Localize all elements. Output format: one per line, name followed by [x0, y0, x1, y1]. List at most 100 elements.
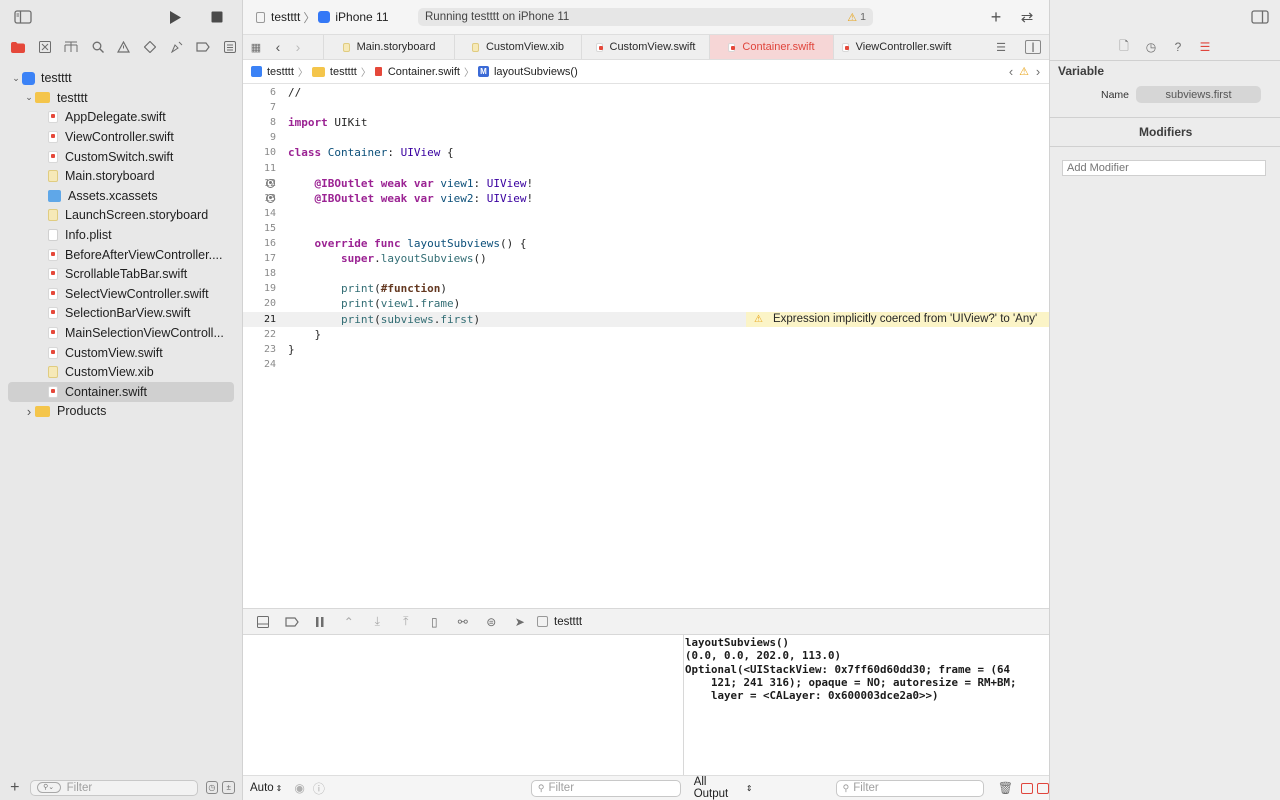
tree-item[interactable]: CustomView.xib: [8, 363, 234, 383]
tree-item[interactable]: BeforeAfterViewController....: [8, 245, 234, 265]
navigator-filter-field[interactable]: ⚲⌄ Filter: [29, 779, 198, 796]
code-line[interactable]: 21 print(subviews.first) ⚠ Expression impl…: [243, 311, 1049, 327]
source-editor[interactable]: 6 // 7 8 import UIKit 9 10 class Container: UIV…: [243, 85, 1049, 608]
code-line[interactable]: 12 @IBOutlet weak var view1: UIView!: [243, 176, 1049, 191]
folder-navigator-icon[interactable]: [5, 36, 31, 58]
breakpoint-tag-icon[interactable]: [190, 36, 216, 58]
outlet-connection-icon[interactable]: [266, 178, 275, 188]
show-variables-icon[interactable]: [1021, 782, 1034, 794]
related-items-icon[interactable]: ▦: [249, 40, 263, 54]
hide-debug-area-icon[interactable]: [249, 612, 278, 632]
line-number[interactable]: 24: [243, 359, 277, 370]
add-modifier-field[interactable]: [1062, 160, 1266, 176]
quick-look-icon[interactable]: ◉: [294, 781, 304, 795]
tree-item[interactable]: Info.plist: [8, 225, 234, 245]
back-arrow-icon[interactable]: ‹: [271, 39, 285, 55]
tree-item[interactable]: Container.swift: [8, 382, 234, 402]
sidebar-toggle-icon[interactable]: [14, 10, 32, 24]
view-hierarchy-icon[interactable]: ▯: [420, 612, 449, 632]
chevron-right-icon[interactable]: ›: [23, 404, 35, 419]
breadcrumb-symbol[interactable]: MlayoutSubviews(): [477, 66, 578, 78]
tree-item[interactable]: Assets.xcassets: [8, 186, 234, 206]
line-number[interactable]: 11: [243, 163, 277, 174]
tree-item[interactable]: CustomSwitch.swift: [8, 147, 234, 167]
chevron-down-icon[interactable]: ⌄: [10, 73, 22, 84]
variables-view[interactable]: [243, 635, 684, 775]
code-line[interactable]: 14: [243, 206, 1049, 221]
inspector-toggle-icon[interactable]: [1251, 10, 1269, 24]
line-number[interactable]: 20: [243, 298, 277, 309]
line-number[interactable]: 22: [243, 329, 277, 340]
console-output[interactable]: layoutSubviews() (0.0, 0.0, 202.0, 113.0…: [684, 635, 1048, 775]
environment-overrides-icon[interactable]: ⊜: [477, 612, 506, 632]
run-icon[interactable]: [167, 9, 183, 25]
previous-issue-icon[interactable]: ‹: [1005, 64, 1017, 79]
variables-filter-field[interactable]: ⚲ Filter: [530, 779, 681, 797]
line-number[interactable]: 9: [243, 132, 277, 143]
pause-icon[interactable]: [306, 612, 335, 632]
line-number[interactable]: 14: [243, 208, 277, 219]
history-inspector-icon[interactable]: ◷: [1143, 39, 1160, 56]
line-number[interactable]: 6: [243, 87, 277, 98]
code-line[interactable]: 16 override func layoutSubviews() {: [243, 236, 1049, 251]
search-icon[interactable]: [84, 36, 110, 58]
file-inspector-icon[interactable]: 🗋: [1116, 39, 1133, 56]
filter-modified-icon[interactable]: ±: [222, 781, 235, 794]
stop-icon[interactable]: [210, 10, 224, 24]
line-number[interactable]: 23: [243, 344, 277, 355]
simulate-location-icon[interactable]: ➤: [506, 612, 535, 632]
tree-item[interactable]: ViewController.swift: [8, 127, 234, 147]
editor-tab[interactable]: CustomView.xib: [454, 35, 581, 59]
filter-options-icon[interactable]: ⚲⌄: [36, 782, 61, 793]
code-line[interactable]: 8 import UIKit: [243, 115, 1049, 130]
recent-files-icon[interactable]: ◷: [205, 781, 219, 794]
breadcrumb-project[interactable]: testttt: [251, 66, 294, 78]
tree-item[interactable]: ScrollableTabBar.swift: [8, 265, 234, 285]
memory-graph-icon[interactable]: ⚯: [449, 612, 478, 632]
code-line[interactable]: 11: [243, 161, 1049, 176]
breakpoints-toggle-icon[interactable]: [278, 612, 307, 632]
attributes-inspector-icon[interactable]: ☰: [1197, 39, 1214, 56]
code-line[interactable]: 6 //: [243, 85, 1049, 100]
editor-options-icon[interactable]: ☰: [993, 40, 1009, 54]
variables-scope-select[interactable]: Auto ⇕: [250, 782, 282, 794]
tree-item[interactable]: SelectViewController.swift: [8, 284, 234, 304]
report-icon[interactable]: [217, 36, 243, 58]
code-line[interactable]: 24: [243, 357, 1049, 372]
tree-item[interactable]: LaunchScreen.storyboard: [8, 206, 234, 226]
editor-tab[interactable]: Container.swift: [709, 35, 833, 59]
breadcrumb-folder[interactable]: testttt: [311, 66, 357, 78]
activity-viewer[interactable]: Running testttt on iPhone 11 ⚠ 1: [418, 8, 873, 26]
trash-icon[interactable]: 🗑: [998, 781, 1013, 795]
code-line[interactable]: 19 print(#function): [243, 281, 1049, 296]
outlet-connection-icon[interactable]: [266, 193, 275, 203]
quick-help-icon[interactable]: ?: [1170, 39, 1187, 56]
code-line[interactable]: 20 print(view1.frame): [243, 296, 1049, 311]
console-filter-field[interactable]: ⚲ Filter: [835, 779, 985, 797]
code-line[interactable]: 17 super.layoutSubviews(): [243, 251, 1049, 266]
variable-name-field[interactable]: subviews.first: [1136, 86, 1261, 103]
line-number[interactable]: 19: [243, 283, 277, 294]
code-line[interactable]: 13 @IBOutlet weak var view2: UIView!: [243, 191, 1049, 206]
debug-spray-icon[interactable]: [164, 36, 190, 58]
add-library-icon[interactable]: +: [988, 7, 1004, 27]
breadcrumb-file[interactable]: Container.swift: [374, 66, 460, 78]
line-number[interactable]: 21: [243, 314, 277, 325]
code-line[interactable]: 9: [243, 130, 1049, 145]
add-icon[interactable]: +: [8, 779, 22, 797]
line-number[interactable]: 15: [243, 223, 277, 234]
step-over-icon[interactable]: ⌃: [335, 612, 364, 632]
forward-arrow-icon[interactable]: ›: [291, 39, 305, 55]
tree-item[interactable]: SelectionBarView.swift: [8, 304, 234, 324]
line-number[interactable]: 10: [243, 147, 277, 158]
show-console-icon[interactable]: [1037, 782, 1049, 794]
tree-item[interactable]: ⌄ testttt: [8, 69, 234, 89]
issue-warning-icon[interactable]: [111, 36, 137, 58]
scheme-selector[interactable]: testttt 〉 iPhone 11: [256, 9, 389, 25]
tree-item[interactable]: ⌄ testttt: [8, 88, 234, 108]
line-number[interactable]: 18: [243, 268, 277, 279]
line-number[interactable]: 8: [243, 117, 277, 128]
next-issue-icon[interactable]: ›: [1031, 64, 1045, 79]
symbol-navigator-icon[interactable]: [58, 36, 84, 58]
code-line[interactable]: 23}: [243, 342, 1049, 357]
